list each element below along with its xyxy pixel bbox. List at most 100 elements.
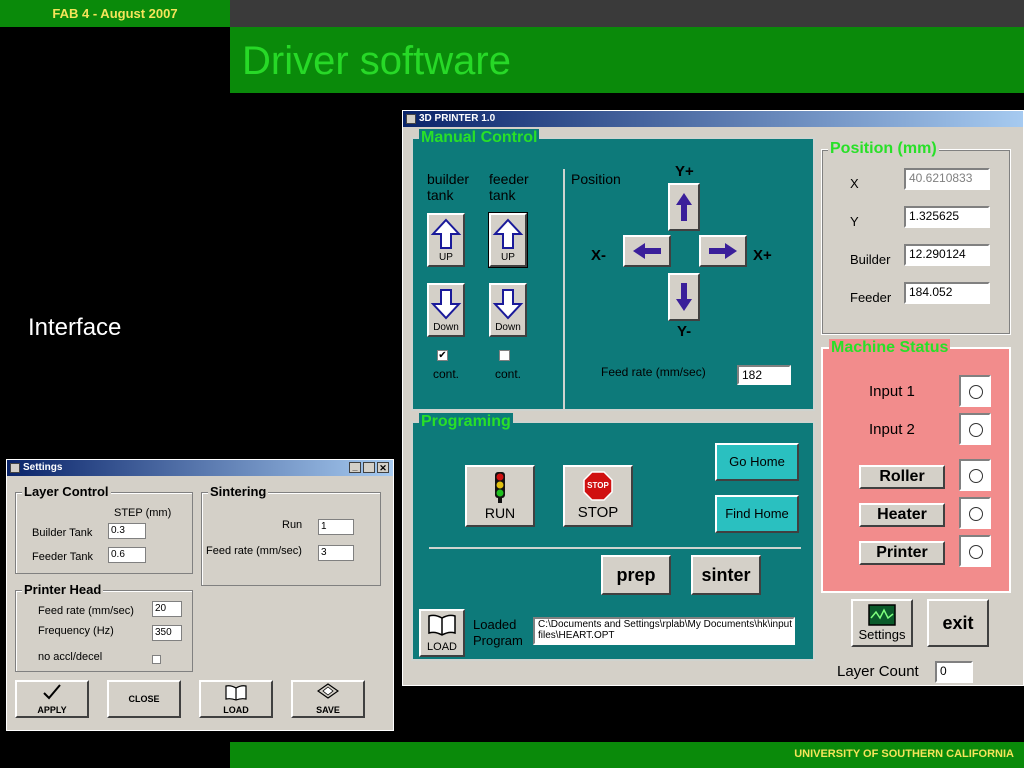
printer-head-group: Printer Head Feed rate (mm/sec) 20 Frequ… [15, 582, 193, 672]
run-input[interactable]: 1 [318, 519, 354, 535]
manual-control-panel: Manual Control builder tank feeder tank … [411, 129, 815, 411]
run-label: RUN [484, 505, 516, 521]
feeder-tank-step-input[interactable]: 0.6 [108, 547, 146, 563]
traffic-light-icon [495, 472, 505, 503]
roller-button[interactable]: Roller [859, 465, 945, 489]
builder-tank-step-input[interactable]: 0.3 [108, 523, 146, 539]
up-arrow-icon [492, 218, 524, 249]
machine-status-panel: Machine Status Input 1 Input 2 Roller He… [821, 339, 1011, 593]
printer-button[interactable]: Printer [859, 541, 945, 565]
feeder-up-button[interactable]: UP [488, 212, 528, 268]
exit-button[interactable]: exit [927, 599, 989, 647]
builder-down-label: Down [433, 322, 459, 333]
down-arrow-icon [492, 289, 524, 320]
input1-indicator [959, 375, 991, 407]
feeder-label: Feeder [850, 290, 892, 305]
slide-bullet: Interface [28, 314, 122, 341]
printer-indicator [959, 535, 991, 567]
sinter-button[interactable]: sinter [691, 555, 761, 595]
x-minus-button[interactable] [623, 235, 671, 267]
app-icon [406, 114, 416, 124]
title-bar: Driver software [230, 27, 1024, 93]
layer-control-group: Layer Control STEP (mm) Builder Tank 0.3… [15, 484, 193, 574]
down-arrow-icon [430, 289, 462, 320]
y-minus-button[interactable] [668, 273, 700, 321]
builder-down-button[interactable]: Down [427, 283, 465, 337]
find-home-button[interactable]: Find Home [715, 495, 799, 533]
top-strip [230, 0, 1024, 27]
builder-position-field[interactable]: 12.290124 [904, 244, 990, 266]
head-feed-rate-label: Feed rate (mm/sec) [38, 605, 134, 617]
program-path-field[interactable]: C:\Documents and Settings\rplab\My Docum… [533, 617, 795, 645]
stop-sign-text: STOP [587, 481, 609, 490]
loaded-program-label: Loaded Program [473, 617, 523, 648]
load-program-button[interactable]: LOAD [419, 609, 465, 657]
close-button[interactable]: CLOSE [107, 680, 181, 718]
builder-cont-label: cont. [433, 367, 460, 381]
settings-label: Settings [858, 627, 906, 642]
x-plus-button[interactable] [699, 235, 747, 267]
feeder-down-button[interactable]: Down [489, 283, 527, 337]
settings-app-icon [10, 463, 20, 473]
feeder-cont-label: cont. [495, 367, 522, 381]
book-icon [428, 614, 456, 636]
builder-cont-checkbox[interactable]: ✔ [437, 350, 448, 361]
run-setting-label: Run [282, 519, 303, 531]
settings-window-titlebar: Settings _ ✕ [7, 460, 393, 476]
input1-label: Input 1 [869, 383, 915, 400]
sintering-group: Sintering Run 1 Feed rate (mm/sec) 3 [201, 484, 381, 586]
minimize-button[interactable]: _ [349, 462, 361, 473]
book-icon [225, 685, 247, 701]
x-position-field: 40.6210833 [904, 168, 990, 190]
machine-status-legend: Machine Status [829, 339, 951, 357]
builder-up-button[interactable]: UP [427, 213, 465, 267]
settings-button[interactable]: Settings [851, 599, 913, 647]
maximize-button[interactable] [363, 462, 375, 473]
prep-button[interactable]: prep [601, 555, 671, 595]
builder-up-label: UP [439, 252, 453, 263]
feeder-cont-checkbox[interactable] [499, 350, 510, 361]
no-accl-label: no accl/decel [38, 651, 103, 663]
programing-divider [429, 547, 801, 549]
feeder-tank-label: feeder tank [489, 171, 529, 203]
position-label: Position [571, 171, 621, 187]
checkmark-icon [43, 684, 61, 700]
heater-indicator [959, 497, 991, 529]
x-minus-label: X- [591, 247, 606, 264]
sintering-legend: Sintering [208, 484, 269, 499]
feed-rate-input[interactable]: 182 [737, 365, 791, 385]
save-disk-icon [317, 683, 339, 699]
load-settings-button[interactable]: LOAD [199, 680, 273, 718]
no-accl-checkbox[interactable] [152, 655, 161, 664]
run-button[interactable]: RUN [465, 465, 535, 527]
programing-legend: Programing [419, 413, 513, 431]
arrow-down-icon [676, 283, 692, 311]
load-program-label: LOAD [427, 641, 457, 653]
settings-window: Settings _ ✕ Layer Control STEP (mm) Bui… [6, 459, 394, 731]
y-plus-button[interactable] [668, 183, 700, 231]
step-label: STEP (mm) [114, 507, 172, 519]
head-feed-rate-input[interactable]: 20 [152, 601, 182, 617]
frequency-input[interactable]: 350 [152, 625, 182, 641]
apply-button[interactable]: APPLY [15, 680, 89, 718]
sinter-feed-rate-input[interactable]: 3 [318, 545, 354, 561]
oscilloscope-icon [868, 604, 896, 626]
feeder-position-field[interactable]: 184.052 [904, 282, 990, 304]
y-position-field[interactable]: 1.325625 [904, 206, 990, 228]
y-plus-label: Y+ [675, 163, 694, 180]
layer-count-label: Layer Count [837, 663, 919, 680]
slide-title: Driver software [242, 39, 511, 83]
stop-button[interactable]: STOP STOP [563, 465, 633, 527]
heater-button[interactable]: Heater [859, 503, 945, 527]
builder-tank-setting-label: Builder Tank [32, 527, 93, 539]
position-legend: Position (mm) [828, 140, 939, 158]
stop-label: STOP [577, 504, 619, 521]
x-label: X [850, 176, 859, 191]
go-home-button[interactable]: Go Home [715, 443, 799, 481]
position-panel: Position (mm) X 40.6210833 Y 1.325625 Bu… [821, 140, 1011, 335]
manual-control-legend: Manual Control [419, 129, 540, 147]
roller-indicator [959, 459, 991, 491]
save-button[interactable]: SAVE [291, 680, 365, 718]
y-minus-label: Y- [677, 323, 692, 340]
close-icon[interactable]: ✕ [377, 462, 389, 473]
